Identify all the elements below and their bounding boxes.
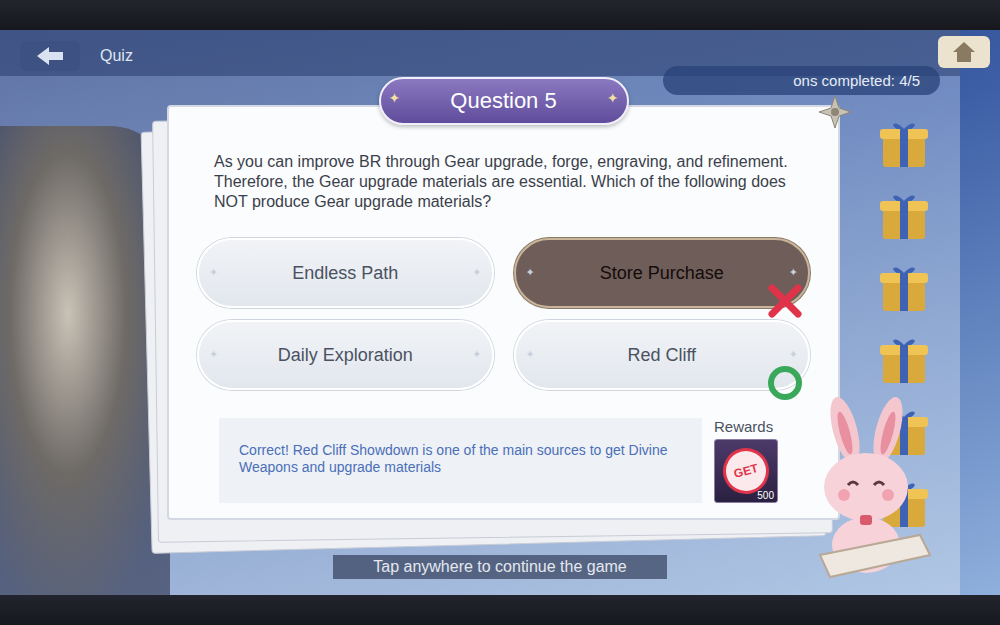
option-label: Store Purchase (600, 263, 724, 284)
quiz-screen: Quizons completed: 4/5✦Question 5✦As you… (0, 0, 1000, 625)
milestone-list (873, 96, 935, 595)
answer-option[interactable]: ✦Red Cliff✦ (514, 320, 811, 390)
panel-title: Quiz (100, 47, 133, 65)
option-label: Daily Exploration (278, 345, 413, 366)
milestone-gift[interactable] (873, 330, 935, 390)
answer-option[interactable]: ✦Store Purchase✦ (514, 238, 811, 308)
answer-option[interactable]: ✦Daily Exploration✦ (197, 320, 494, 390)
answer-option[interactable]: ✦Endless Path✦ (197, 238, 494, 308)
feedback-row: Correct! Red Cliff Showdown is one of th… (197, 418, 810, 503)
rewards: Rewards GET500 (714, 418, 778, 503)
bunny-mascot-icon (800, 395, 935, 585)
bottom-frame (0, 595, 1000, 625)
back-button[interactable] (20, 41, 80, 71)
hint-text: Tap anywhere to continue the game (333, 555, 667, 579)
progress-text: ons completed: 4/5 (793, 72, 920, 89)
ornament-icon (818, 95, 852, 129)
question-title: ✦Question 5✦ (379, 77, 629, 125)
question-title-text: Question 5 (450, 88, 556, 113)
reward-count: 500 (757, 490, 774, 501)
option-list: ✦Endless Path✦ ✦Store Purchase✦ ✦Daily Exp… (197, 238, 810, 390)
option-label: Red Cliff (627, 345, 696, 366)
gift-box-icon (877, 261, 931, 315)
panel-header: Quizons completed: 4/5 (0, 30, 960, 76)
back-arrow-icon (35, 45, 65, 67)
stage[interactable]: Quizons completed: 4/5✦Question 5✦As you… (0, 30, 1000, 595)
gift-box-icon (877, 333, 931, 387)
home-icon (951, 40, 977, 64)
feedback-text: Correct! Red Cliff Showdown is one of th… (239, 442, 668, 475)
feedback-box: Correct! Red Cliff Showdown is one of th… (219, 418, 702, 503)
rewards-label: Rewards (714, 418, 778, 435)
milestone-gift[interactable] (873, 258, 935, 318)
gift-box-icon (877, 189, 931, 243)
correct-mark-icon (766, 364, 804, 402)
progress-pill: ons completed: 4/5 (663, 66, 940, 95)
milestone-gift[interactable] (873, 186, 935, 246)
question-card: ✦Question 5✦As you can improve BR throug… (167, 105, 840, 520)
wrong-mark-icon (766, 282, 804, 320)
continue-hint: Tap anywhere to continue the game (0, 555, 1000, 579)
reward-item[interactable]: GET500 (714, 439, 778, 503)
question-text: As you can improve BR through Gear upgra… (197, 152, 810, 212)
option-label: Endless Path (292, 263, 398, 284)
home-button[interactable] (938, 36, 990, 68)
top-frame (0, 0, 1000, 30)
milestone-gift[interactable] (873, 114, 935, 174)
gift-box-icon (877, 117, 931, 171)
